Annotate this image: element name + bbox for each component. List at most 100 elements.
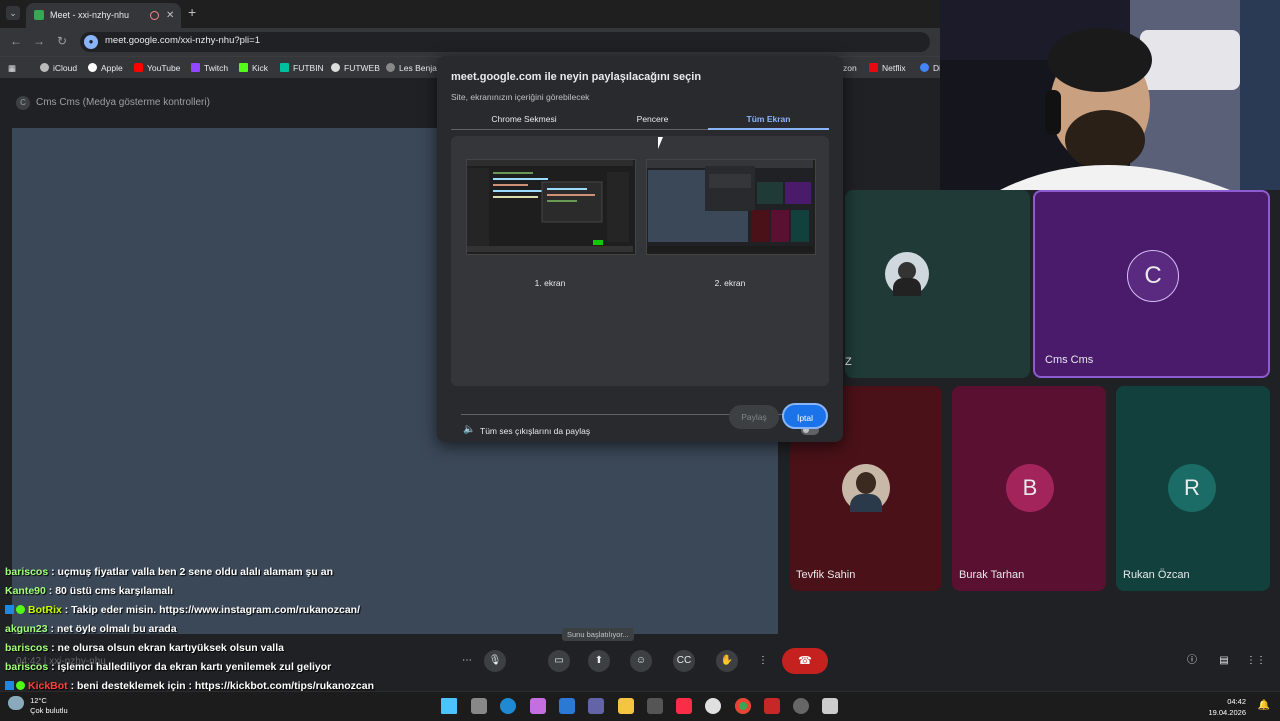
clock-date: 19.04.2026 [1208,708,1246,717]
presenting-label: C Cms Cms (Medya gösterme kontrolleri) [16,96,210,110]
present-screen-icon[interactable]: ⬆ [588,650,610,672]
weather-condition: Çok bulutlu [30,706,68,715]
temperature: 12°C [30,696,47,705]
tab-window[interactable]: Pencere [592,110,713,128]
address-bar[interactable]: ● meet.google.com/xxi-nzhy-nhu?pli=1 [80,32,930,52]
avatar: R [1168,464,1216,512]
chat-icon[interactable]: ▤ [1213,650,1235,672]
activities-icon[interactable]: ⋮⋮ [1245,650,1267,672]
more-options-icon[interactable]: ⋮ [752,650,774,672]
microphone-icon[interactable]: 🎙 [484,650,506,672]
cancel-button[interactable]: İptal [782,403,828,429]
participant-name: Tevfik Sahin [796,569,856,581]
info-icon[interactable]: ⓘ [1181,650,1203,672]
bookmark-futweb[interactable]: FUTWEB [331,63,380,73]
tab-list-button[interactable]: ⌄ [6,6,20,20]
cloud-icon [8,696,24,710]
avatar: B [1006,464,1054,512]
participant-tile[interactable]: C Cms Cms [1033,190,1270,378]
tab-title: Meet - xxi-nzhy-nhu [50,10,130,20]
bot-badge-icon [5,681,14,690]
tab-chrome-tab[interactable]: Chrome Sekmesi [451,110,597,128]
webcam-photo [940,0,1280,190]
back-icon[interactable]: ← [10,34,22,48]
chrome-icon[interactable] [735,698,751,714]
reload-icon[interactable]: ↻ [57,34,67,48]
bookmark-les-benjam[interactable]: Les Benjam [386,63,444,73]
itunes-icon[interactable] [705,698,721,714]
emoji-icon[interactable]: ☺ [630,650,652,672]
speaker-icon: 🔈 [463,424,476,435]
participant-tile[interactable]: R Rukan Özcan [1116,386,1270,591]
url-text: meet.google.com/xxi-nzhy-nhu?pli=1 [105,35,260,46]
close-tab-icon[interactable]: ✕ [166,3,174,28]
leave-call-button[interactable]: ☎ [782,648,828,674]
chat-message: Kante90 : 80 üstü cms karşılamalı [5,585,174,597]
bookmark-amazon[interactable]: zon [843,63,857,73]
bookmark-netflix[interactable]: Netflix [869,63,906,73]
new-tab-button[interactable]: + [188,4,196,20]
recording-icon [150,11,159,20]
bookmark-di[interactable]: Di [920,63,941,73]
task-view-icon[interactable] [471,698,487,714]
forward-icon[interactable]: → [33,34,45,48]
screen-1-preview[interactable] [466,159,636,255]
bookmark-icloud[interactable]: iCloud [40,63,77,73]
notification-icon[interactable]: 🔔 [1258,700,1270,711]
system-clock[interactable]: 04:42 19.04.2026 [1208,696,1246,718]
store-icon[interactable] [647,698,663,714]
verified-badge-icon [16,681,25,690]
screen-2-label: 2. ekran [714,278,746,288]
browser-tab-meet[interactable]: Meet - xxi-nzhy-nhu ✕ [26,3,181,28]
participant-name: Z [845,356,852,368]
calculator-icon[interactable] [822,698,838,714]
outlook-icon[interactable] [559,698,575,714]
chat-message: bariscos : uçmuş fiyatlar valla ben 2 se… [5,566,333,578]
bot-badge-icon [5,605,14,614]
screen-2-preview[interactable] [646,159,816,255]
microphone-in-use-icon[interactable]: ● [84,35,98,49]
presenting-tooltip: Sunu başlatılıyor... [562,628,634,641]
copilot-icon[interactable] [530,698,546,714]
chat-message: akgun23 : net öyle olmalı bu arada [5,623,177,635]
chat-message: bariscos : ne olursa olsun ekran kartıyü… [5,642,284,654]
participant-tile[interactable]: B Burak Tarhan [952,386,1106,591]
more-icon[interactable]: ⋯ [456,650,478,672]
music-icon[interactable] [676,698,692,714]
avatar [885,252,929,296]
bookmark-kick[interactable]: Kick [239,63,268,73]
weather-widget[interactable]: 12°C Çok bulutlu [8,696,68,716]
active-tab-indicator [708,128,829,130]
dialog-subtitle: Site, ekranınızın içeriğini görebilecek [451,92,590,102]
file-explorer-icon[interactable] [618,698,634,714]
presenter-avatar: C [16,96,30,110]
windows-taskbar: 12°C Çok bulutlu 04:42 19.04.2026 🔔 [0,691,1280,721]
teams-icon[interactable] [588,698,604,714]
participant-tile[interactable]: Z [845,190,1030,378]
participant-name: Burak Tarhan [959,569,1025,581]
bookmark-apple[interactable]: Apple [88,63,123,73]
screen-2-thumbnail [647,160,813,252]
raise-hand-icon[interactable]: ✋ [716,650,738,672]
share-button[interactable]: Paylaş [729,405,779,429]
bookmark-twitch[interactable]: Twitch [191,63,228,73]
participant-name: Rukan Özcan [1123,569,1190,581]
tab-entire-screen[interactable]: Tüm Ekran [708,110,829,128]
verified-badge-icon [16,605,25,614]
participant-name: Cms Cms [1045,354,1094,366]
start-icon[interactable] [441,698,457,714]
avatar: C [1127,250,1179,302]
webcam-overlay [940,0,1280,190]
bookmark-futbin[interactable]: FUTBIN [280,63,324,73]
settings-icon[interactable] [793,698,809,714]
apps-grid-icon[interactable]: ▦ [8,63,16,74]
avatar [842,464,890,512]
meet-favicon-icon [34,10,44,20]
mouse-cursor-icon [658,137,668,149]
bookmark-youtube[interactable]: YouTube [134,63,180,73]
dialog-title: meet.google.com ile neyin paylaşılacağın… [451,71,702,83]
camera-icon[interactable]: ▭ [548,650,570,672]
edge-icon[interactable] [500,698,516,714]
obs-icon[interactable] [764,698,780,714]
captions-icon[interactable]: CC [673,650,695,672]
